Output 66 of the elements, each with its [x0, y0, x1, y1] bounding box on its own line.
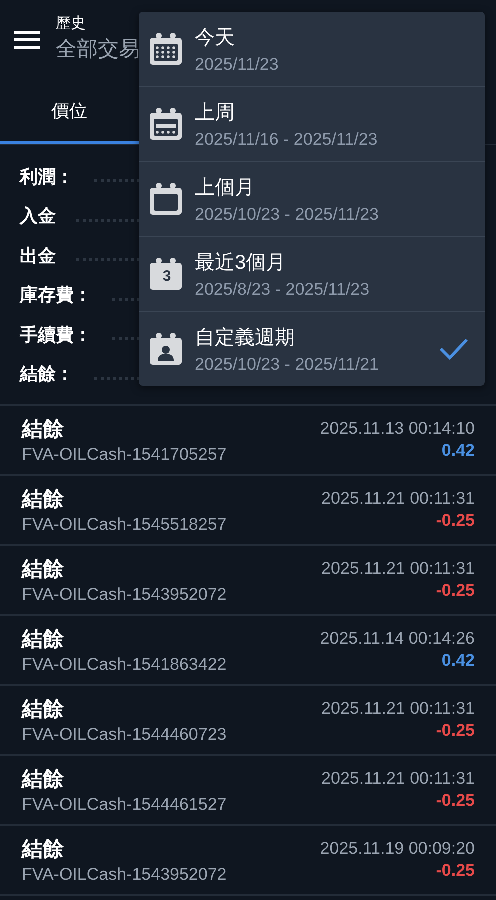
deal-row[interactable]: 結餘 FVA-OILCash-1545518257 2025.11.21 00:11:31 -0.25: [0, 476, 496, 546]
menu-item[interactable]: 自定義週期 2025/10/23 - 2025/11/21: [139, 312, 485, 386]
deal-amount: -0.25: [436, 511, 475, 531]
menu-item-range: 2025/11/16 - 2025/11/23: [195, 130, 379, 150]
menu-item-range: 2025/11/23: [195, 54, 280, 74]
summary-label: 利潤：: [20, 166, 74, 189]
calendar-icon: [149, 182, 183, 216]
menu-item-label: 最近3個月: [195, 250, 288, 276]
deal-row[interactable]: 結餘 FVA-OILCash-1544460723 2025.11.21 00:11:31 -0.25: [0, 686, 496, 756]
deal-time: 2025.11.14 00:14:26: [320, 629, 475, 649]
calendar-icon: [149, 257, 183, 291]
deal-type: 結餘: [22, 767, 65, 793]
deal-symbol: FVA-OILCash-1541863422: [22, 655, 227, 675]
deal-row[interactable]: 結餘 FVA-OILCash-1543952072 2025.11.19 00:09:20 -0.25: [0, 826, 496, 896]
screen-title: 歷史: [56, 14, 87, 32]
deal-amount: -0.25: [436, 581, 475, 601]
menu-item[interactable]: 今天 2025/11/23: [139, 12, 485, 87]
deal-amount: -0.25: [436, 791, 475, 811]
menu-icon[interactable]: [14, 30, 40, 50]
deal-amount: -0.25: [436, 861, 475, 881]
menu-item-label: 上周: [195, 100, 236, 126]
menu-item-range: 2025/8/23 - 2025/11/23: [195, 280, 371, 300]
deal-time: 2025.11.21 00:11:31: [322, 769, 475, 789]
deal-time: 2025.11.21 00:11:31: [322, 559, 475, 579]
calendar-icon: [149, 332, 183, 366]
menu-item-label: 今天: [195, 26, 236, 50]
deal-time: 2025.11.19 00:09:20: [320, 839, 475, 859]
menu-item-range: 2025/10/23 - 2025/11/23: [195, 204, 380, 224]
deal-time: 2025.11.21 00:11:31: [322, 489, 475, 509]
deal-row[interactable]: 結餘 FVA-OILCash-1544461527 2025.11.21 00:11:31 -0.25: [0, 756, 496, 826]
deal-amount: -0.25: [436, 721, 475, 741]
deal-symbol: FVA-OILCash-1544461527: [22, 795, 227, 815]
menu-item[interactable]: 上周 2025/11/16 - 2025/11/23: [139, 87, 485, 162]
deal-type: 結餘: [22, 557, 65, 583]
deal-amount: 0.42: [442, 651, 475, 671]
checkmark-icon: [439, 338, 469, 360]
menu-item-label: 上個月: [195, 176, 256, 200]
deal-symbol: FVA-OILCash-1543952072: [22, 865, 227, 885]
screen-subtitle: 全部交易: [56, 36, 140, 62]
deal-row[interactable]: 結餘 FVA-OILCash-1541863422 2025.11.14 00:14:26 0.42: [0, 616, 496, 686]
deal-time: 2025.11.21 00:11:31: [322, 699, 475, 719]
deal-symbol: FVA-OILCash-1541705257: [22, 445, 227, 465]
deal-symbol: FVA-OILCash-1543952072: [22, 585, 227, 605]
calendar-icon: [149, 32, 183, 66]
summary-label: 手續費：: [20, 324, 92, 347]
deal-row[interactable]: 結餘 FVA-OILCash-1541705257 2025.11.13 00:14:10 0.42: [0, 406, 496, 476]
deal-type: 結餘: [22, 837, 65, 863]
deal-symbol: FVA-OILCash-1545518257: [22, 515, 227, 535]
summary-label: 入金: [20, 205, 56, 228]
summary-label: 庫存費：: [20, 284, 92, 308]
deal-amount: 0.42: [442, 441, 475, 461]
deal-type: 結餘: [22, 627, 65, 653]
deal-time: 2025.11.13 00:14:10: [320, 419, 475, 439]
menu-item-label: 自定義週期: [195, 326, 296, 350]
deal-row[interactable]: 結餘 FVA-OILCash-1543952072 2025.11.21 00:11:31 -0.25: [0, 546, 496, 616]
summary-label: 出金: [20, 244, 56, 268]
menu-item[interactable]: 上個月 2025/10/23 - 2025/11/23: [139, 162, 485, 237]
summary-label: 結餘：: [20, 363, 74, 386]
deal-type: 結餘: [22, 417, 65, 443]
deal-type: 結餘: [22, 487, 65, 513]
calendar-number: 3: [162, 268, 172, 285]
deal-symbol: FVA-OILCash-1544460723: [22, 725, 227, 745]
menu-item-range: 2025/10/23 - 2025/11/21: [195, 354, 380, 374]
menu-item[interactable]: 3 最近3個月 2025/8/23 - 2025/11/23: [139, 237, 485, 312]
calendar-icon: [149, 107, 183, 141]
deal-type: 結餘: [22, 697, 65, 723]
